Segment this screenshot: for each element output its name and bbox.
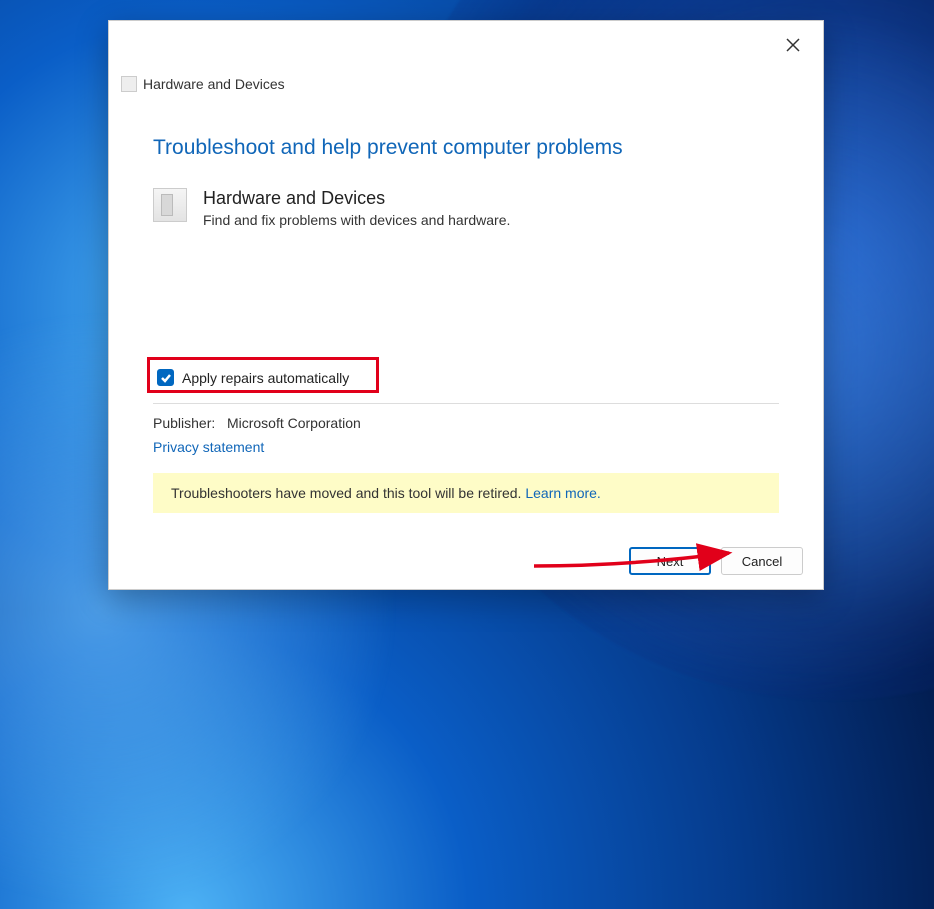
window-title: Hardware and Devices: [143, 76, 285, 92]
troubleshooter-icon: [121, 76, 137, 92]
publisher-label: Publisher:: [153, 415, 215, 431]
check-icon: [160, 372, 172, 384]
divider: [153, 403, 779, 404]
retirement-notice: Troubleshooters have moved and this tool…: [153, 473, 779, 513]
device-section: Hardware and Devices Find and fix proble…: [153, 188, 779, 228]
dialog-footer: Next Cancel: [629, 547, 803, 575]
dialog-body: Troubleshoot and help prevent computer p…: [153, 136, 779, 228]
cancel-button[interactable]: Cancel: [721, 547, 803, 575]
close-icon: [785, 37, 801, 53]
next-button[interactable]: Next: [629, 547, 711, 575]
dialog-header: Hardware and Devices: [121, 76, 285, 92]
learn-more-link[interactable]: Learn more.: [525, 485, 600, 501]
privacy-statement-link[interactable]: Privacy statement: [153, 439, 264, 455]
hardware-icon: [153, 188, 187, 222]
troubleshooter-dialog: Hardware and Devices Troubleshoot and he…: [108, 20, 824, 590]
retirement-notice-text: Troubleshooters have moved and this tool…: [171, 485, 525, 501]
apply-repairs-label[interactable]: Apply repairs automatically: [182, 370, 349, 386]
apply-repairs-checkbox[interactable]: [157, 369, 174, 386]
device-name: Hardware and Devices: [203, 188, 510, 209]
apply-repairs-row[interactable]: Apply repairs automatically: [153, 363, 357, 392]
publisher-value: Microsoft Corporation: [227, 415, 361, 431]
publisher-row: Publisher: Microsoft Corporation: [153, 415, 361, 431]
device-description: Find and fix problems with devices and h…: [203, 212, 510, 228]
page-title: Troubleshoot and help prevent computer p…: [153, 136, 779, 160]
close-button[interactable]: [785, 37, 805, 57]
